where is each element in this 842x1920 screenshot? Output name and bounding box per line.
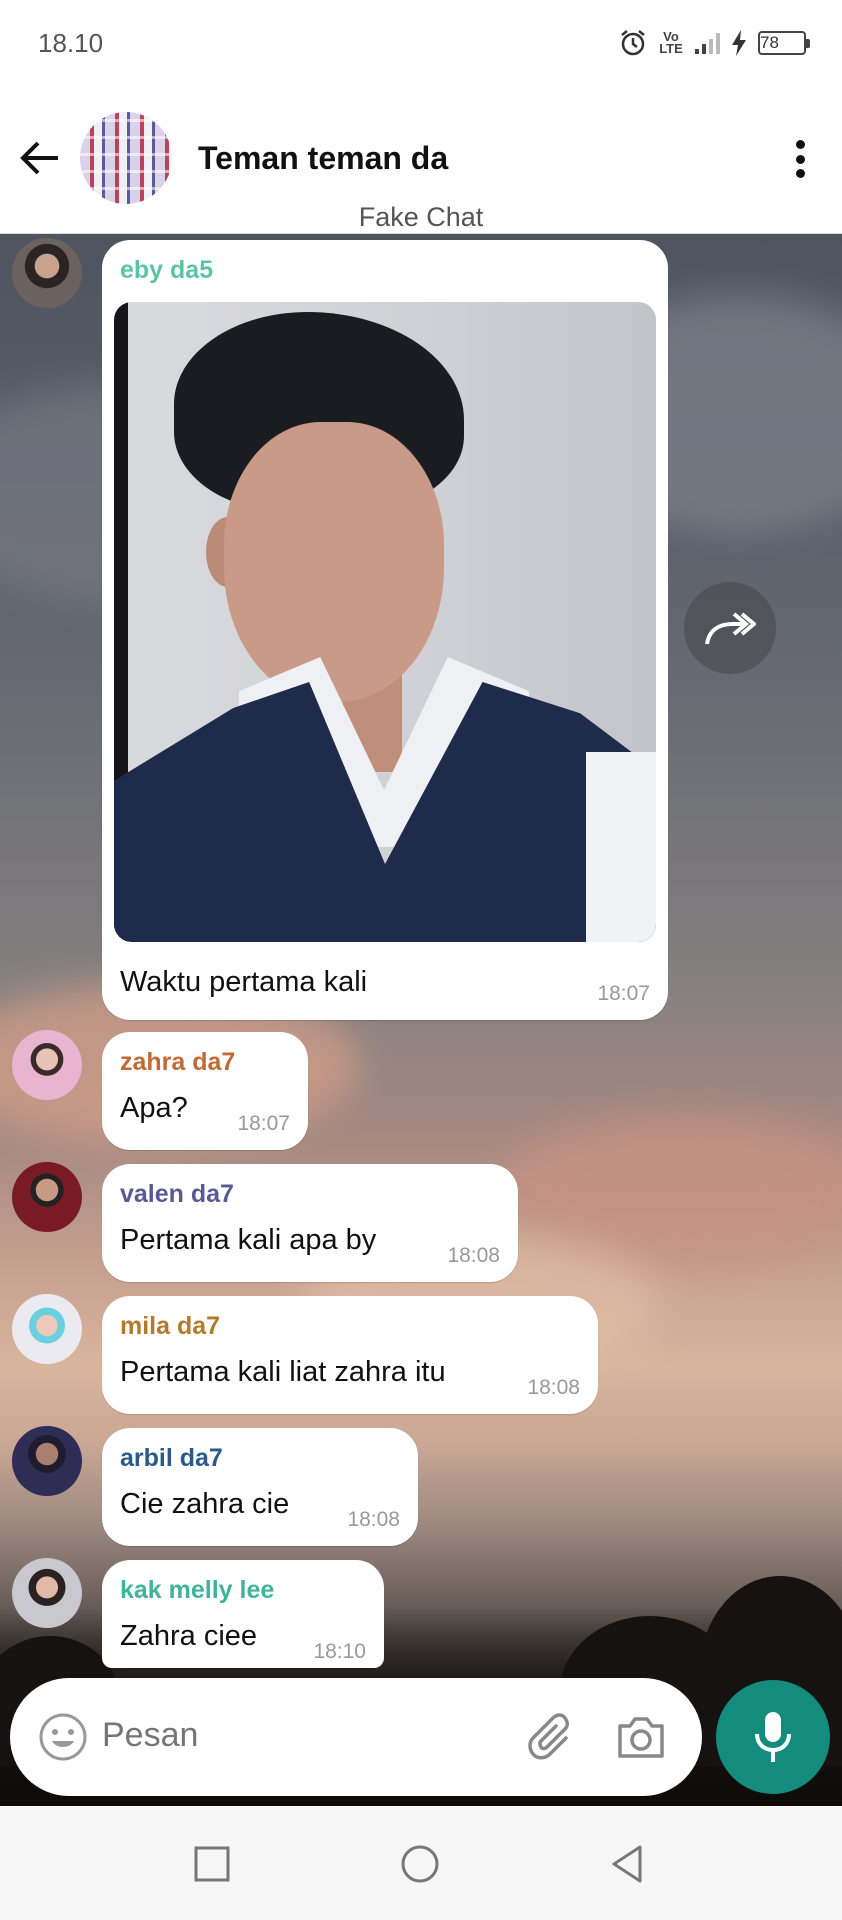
group-avatar[interactable]	[80, 112, 172, 204]
battery-icon: 78	[758, 31, 810, 55]
sender-name[interactable]: mila da7	[120, 1312, 220, 1341]
message-text: Pertama kali apa by	[120, 1224, 377, 1256]
message-text: Apa?	[120, 1092, 188, 1124]
sender-name[interactable]: kak melly lee	[120, 1576, 274, 1605]
message-bubble[interactable]: zahra da7 Apa? 18:07	[102, 1032, 308, 1150]
back-icon[interactable]	[606, 1842, 650, 1886]
camera-icon[interactable]	[614, 1712, 668, 1762]
chat-header: Teman teman da Fake Chat	[0, 86, 842, 234]
message-bubble[interactable]: eby da5 Waktu pertama kali 18:07	[102, 240, 668, 1020]
message-bubble[interactable]: valen da7 Pertama kali apa by 18:08	[102, 1164, 518, 1282]
message-bubble[interactable]: mila da7 Pertama kali liat zahra itu 18:…	[102, 1296, 598, 1414]
sender-avatar[interactable]	[12, 238, 82, 308]
message-text: Zahra ciee	[120, 1620, 258, 1652]
sender-avatar[interactable]	[12, 1030, 82, 1100]
status-time: 18.10	[38, 28, 104, 58]
message-text: Cie zahra cie	[120, 1488, 290, 1520]
recents-icon[interactable]	[190, 1842, 234, 1886]
message-time: 18:07	[597, 982, 650, 1005]
sender-avatar[interactable]	[12, 1558, 82, 1628]
alarm-icon	[618, 28, 648, 58]
message-input-bar	[10, 1678, 702, 1796]
mic-icon[interactable]	[716, 1680, 830, 1794]
message-time: 18:07	[237, 1112, 290, 1135]
chat-area[interactable]: eby da5 Waktu pertama kali 18:07 zahra d…	[0, 234, 842, 1806]
more-vert-icon[interactable]	[780, 136, 820, 182]
message-time: 18:10	[313, 1640, 366, 1663]
attach-icon[interactable]	[526, 1712, 578, 1764]
message-bubble[interactable]: arbil da7 Cie zahra cie 18:08	[102, 1428, 418, 1546]
back-arrow-icon[interactable]	[18, 136, 62, 180]
message-input[interactable]	[102, 1716, 402, 1755]
home-icon[interactable]	[398, 1842, 442, 1886]
sender-name[interactable]: zahra da7	[120, 1048, 235, 1077]
emoji-icon[interactable]	[38, 1712, 88, 1762]
charging-icon	[730, 29, 748, 57]
message-time: 18:08	[347, 1508, 400, 1531]
message-photo[interactable]	[114, 302, 656, 942]
volte-label: Vo LTE	[659, 29, 683, 56]
chat-title[interactable]: Teman teman da	[198, 140, 448, 177]
signal-icon	[694, 31, 720, 55]
sender-name[interactable]: arbil da7	[120, 1444, 223, 1473]
sender-avatar[interactable]	[12, 1294, 82, 1364]
sender-avatar[interactable]	[12, 1426, 82, 1496]
message-text: Pertama kali liat zahra itu	[120, 1356, 446, 1388]
message-text: Waktu pertama kali	[120, 966, 368, 998]
status-icons: Vo LTE 78	[618, 24, 810, 62]
message-time: 18:08	[447, 1244, 500, 1267]
sender-name[interactable]: eby da5	[120, 256, 213, 285]
message-time: 18:08	[527, 1376, 580, 1399]
chat-subtitle: Fake Chat	[358, 202, 484, 232]
sender-avatar[interactable]	[12, 1162, 82, 1232]
status-bar: 18.10 Vo LTE 78	[0, 0, 842, 86]
forward-icon[interactable]	[684, 582, 776, 674]
sender-name[interactable]: valen da7	[120, 1180, 234, 1209]
system-nav-bar	[0, 1806, 842, 1920]
message-bubble[interactable]: kak melly lee Zahra ciee 18:10	[102, 1560, 384, 1668]
